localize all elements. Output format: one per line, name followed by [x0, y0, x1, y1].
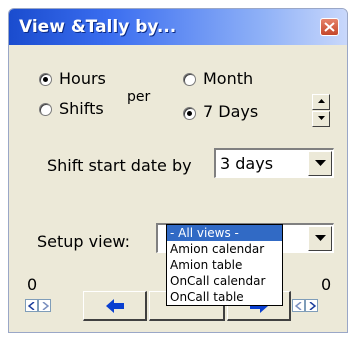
right-arrow-icon — [309, 302, 316, 310]
setup-view-label: Setup view: — [37, 232, 131, 251]
option-oncall-table[interactable]: OnCall table — [167, 289, 282, 305]
shifts-radio[interactable] — [39, 103, 52, 116]
left-prev-small-button[interactable] — [25, 299, 38, 312]
shift-start-select[interactable]: 3 days — [214, 148, 334, 178]
seven-days-radio[interactable] — [183, 107, 196, 120]
setup-view-options-list[interactable]: - All views - Amion calendar Amion table… — [166, 224, 283, 306]
spin-down-button[interactable] — [312, 111, 330, 127]
spin-up-button[interactable] — [312, 94, 330, 110]
title-bar[interactable]: View &Tally by... — [9, 9, 347, 45]
month-radio[interactable] — [183, 73, 196, 86]
right-prev-small-button[interactable] — [292, 299, 305, 312]
close-button[interactable] — [320, 18, 339, 36]
setup-view-dropdown-button[interactable] — [308, 226, 332, 251]
shift-start-label: Shift start date by — [47, 156, 192, 175]
chevron-down-icon — [315, 235, 326, 241]
right-next-small-button[interactable] — [305, 299, 318, 312]
shifts-label[interactable]: Shifts — [59, 99, 104, 118]
left-arrow-icon — [28, 302, 35, 310]
left-next-small-button[interactable] — [38, 299, 51, 312]
right-count: 0 — [321, 275, 332, 294]
hours-label[interactable]: Hours — [59, 69, 106, 88]
seven-days-label[interactable]: 7 Days — [203, 102, 258, 121]
view-tally-dialog: View &Tally by... Hours Shifts per Month… — [8, 8, 348, 333]
left-arrow-icon — [106, 299, 124, 313]
option-amion-table[interactable]: Amion table — [167, 257, 282, 273]
shift-start-value: 3 days — [220, 154, 274, 173]
option-oncall-calendar[interactable]: OnCall calendar — [167, 273, 282, 289]
left-count: 0 — [27, 275, 38, 294]
option-amion-calendar[interactable]: Amion calendar — [167, 241, 282, 257]
up-arrow-icon — [318, 99, 325, 103]
down-arrow-icon — [318, 116, 325, 120]
previous-button[interactable] — [83, 291, 147, 321]
right-arrow-icon — [42, 302, 49, 310]
close-icon — [324, 22, 335, 32]
per-label: per — [127, 89, 151, 105]
month-label[interactable]: Month — [203, 69, 253, 88]
hours-radio[interactable] — [39, 73, 52, 86]
option-all-views[interactable]: - All views - — [167, 225, 282, 241]
left-arrow-icon — [295, 302, 302, 310]
chevron-down-icon — [315, 160, 326, 166]
dialog-title: View &Tally by... — [19, 17, 177, 37]
shift-start-dropdown-button[interactable] — [308, 151, 332, 176]
